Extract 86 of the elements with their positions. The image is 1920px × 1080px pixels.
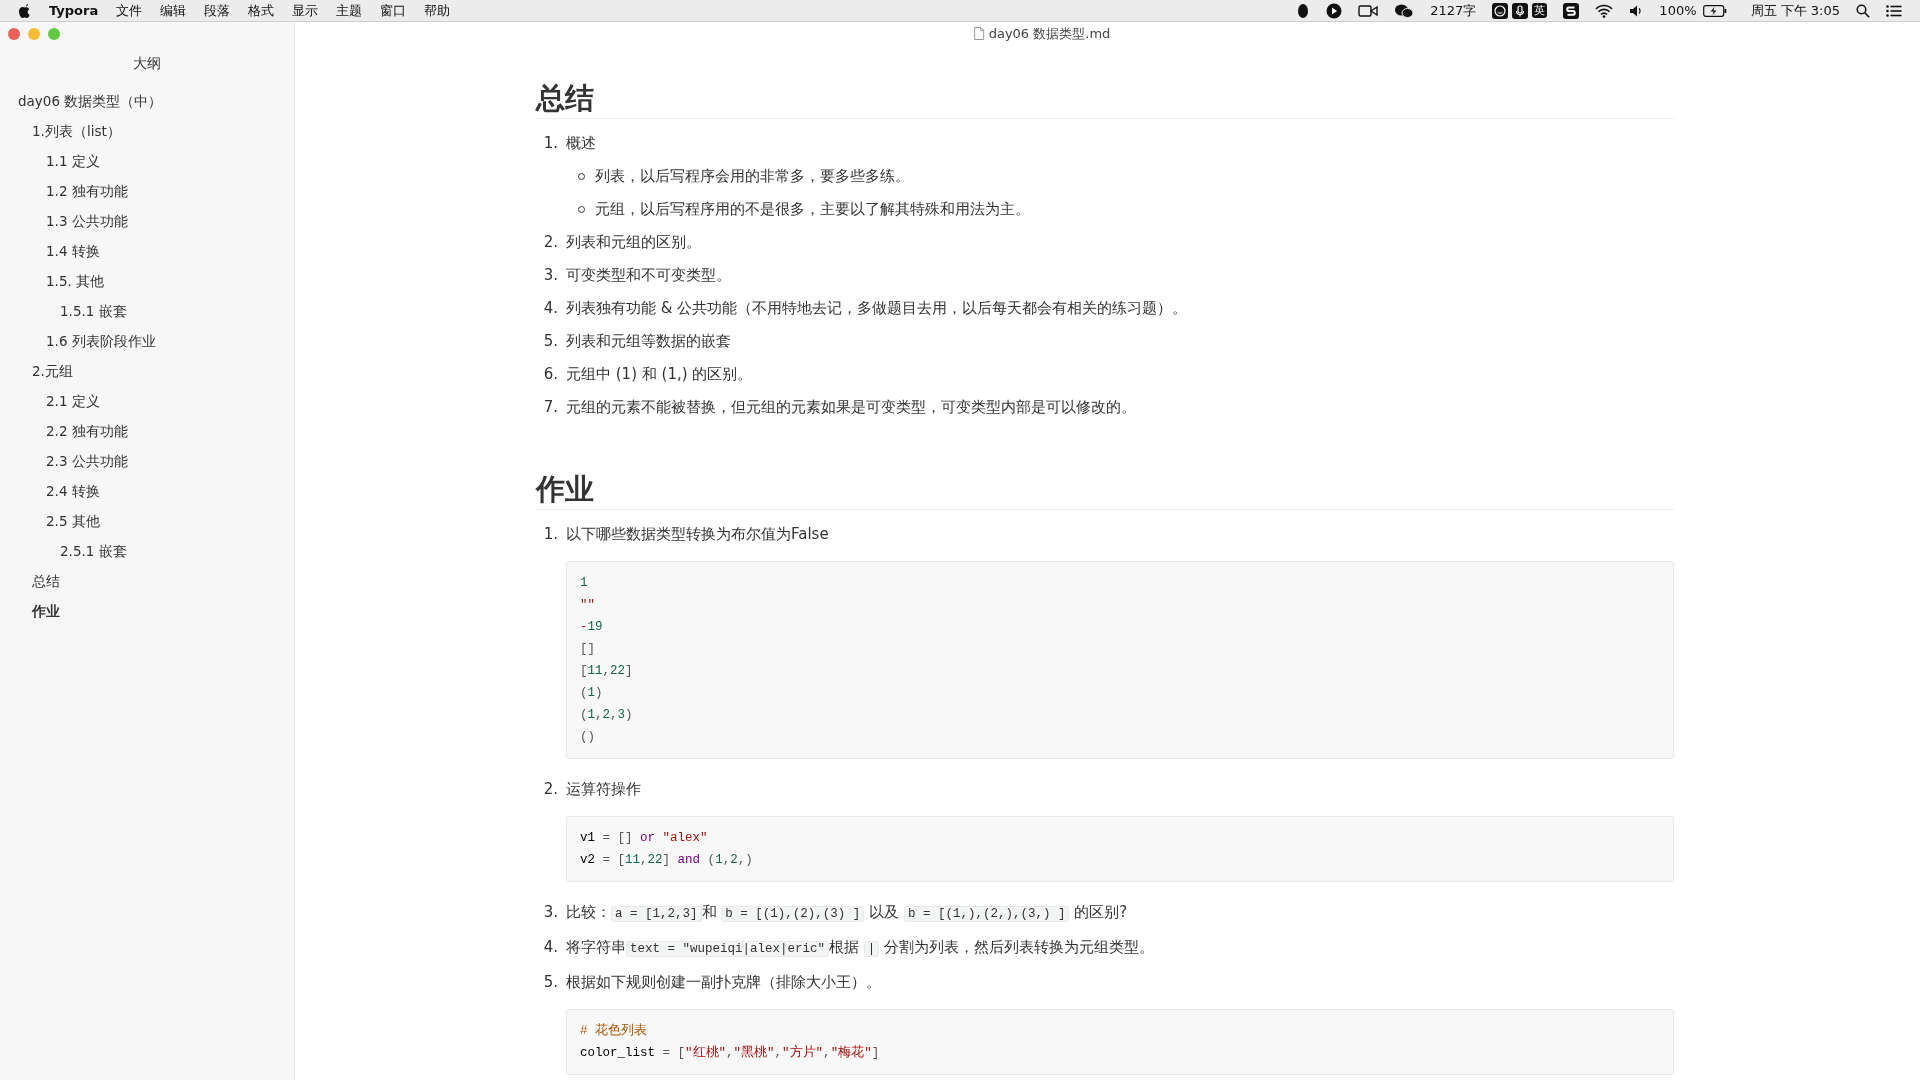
outline-item[interactable]: 总结 bbox=[32, 566, 60, 596]
section-heading: 总结 bbox=[536, 81, 1674, 119]
code-line: (1,2,3) bbox=[580, 706, 634, 724]
code-line: v1 = [] or "alex" bbox=[580, 829, 709, 847]
outline-item[interactable]: 1.3 公共功能 bbox=[46, 206, 128, 236]
bullet-text: 列表，以后写程序会用的非常多，要多些多练。 bbox=[595, 165, 910, 187]
menu-item[interactable]: 帮助 bbox=[415, 0, 460, 22]
list-number: 7. bbox=[542, 396, 559, 418]
list-item-text: 运算符操作 bbox=[566, 778, 641, 800]
menu-item[interactable]: 主题 bbox=[327, 0, 372, 22]
list-item-text: 以下哪些数据类型转换为布尔值为False bbox=[566, 523, 829, 545]
code-line: v2 = [11,22] and (1,2,) bbox=[580, 851, 754, 869]
outline-item[interactable]: 2.4 转换 bbox=[46, 476, 100, 506]
battery-percentage: 100% bbox=[1659, 1, 1697, 20]
list-item-text: 概述 bbox=[566, 132, 596, 154]
menu-item[interactable]: 窗口 bbox=[371, 0, 416, 22]
code-line: () bbox=[580, 728, 596, 746]
outline-item[interactable]: 1.5. 其他 bbox=[46, 266, 105, 296]
smiley-icon[interactable] bbox=[1492, 2, 1509, 19]
list-number: 6. bbox=[542, 363, 559, 385]
outline-item[interactable]: 作业 bbox=[32, 596, 60, 626]
clock[interactable]: 周五 下午 3:05 bbox=[1750, 0, 1840, 22]
outline-item[interactable]: 1.1 定义 bbox=[46, 146, 100, 176]
menu-item[interactable]: 段落 bbox=[195, 0, 240, 22]
code-line: "" bbox=[580, 596, 596, 614]
section-heading: 作业 bbox=[536, 471, 1674, 510]
app-menu[interactable]: Typora bbox=[40, 0, 108, 22]
outline-item[interactable]: day06 数据类型（中） bbox=[18, 86, 163, 116]
list-number: 3. bbox=[542, 901, 559, 923]
menu-item[interactable]: 显示 bbox=[283, 0, 328, 22]
code-line: (1) bbox=[580, 684, 604, 702]
list-item-text: 列表和元组的区别。 bbox=[566, 231, 701, 253]
code-line: [] bbox=[580, 640, 596, 658]
list-number: 4. bbox=[542, 297, 559, 319]
outline-item[interactable]: 2.5.1 嵌套 bbox=[60, 536, 127, 566]
input-method-indicator[interactable]: 英 bbox=[1532, 3, 1548, 18]
bullet-text: 元组，以后写程序用的不是很多，主要以了解其特殊和用法为主。 bbox=[595, 198, 1030, 220]
code-line: 1 bbox=[580, 574, 589, 592]
play-circle-icon[interactable] bbox=[1326, 2, 1343, 19]
document-icon bbox=[973, 27, 985, 40]
list-item-text: 列表独有功能 & 公共功能（不用特地去记，多做题目去用，以后每天都会有相关的练习题）。 bbox=[566, 297, 1188, 319]
list-item-text: 将字符串 text = "wupeiqi|alex|eric" 根据 | 分割为列表，然后列表转换为元组类型。 bbox=[566, 936, 1155, 959]
wifi-icon[interactable] bbox=[1595, 3, 1614, 18]
video-camera-icon[interactable] bbox=[1358, 3, 1379, 18]
menu-item[interactable]: 文件 bbox=[107, 0, 152, 22]
outline-item[interactable]: 1.4 转换 bbox=[46, 236, 100, 266]
menu-item[interactable]: 编辑 bbox=[151, 0, 196, 22]
speaker-icon[interactable] bbox=[1629, 3, 1644, 18]
chat-bubbles-icon[interactable] bbox=[1394, 2, 1415, 19]
microphone-icon[interactable] bbox=[1512, 2, 1529, 19]
list-number: 5. bbox=[542, 330, 559, 352]
sidebar-title: 大纲 bbox=[132, 54, 162, 73]
code-line: # 花色列表 bbox=[580, 1022, 648, 1040]
list-item-text: 比较： a = [1,2,3] 和 b = [(1),(2),(3) ] 以及 b = [(1,),(2,),(3,) ] 的区别? bbox=[566, 901, 1128, 924]
outline-item[interactable]: 1.列表（list） bbox=[32, 116, 121, 146]
word-count: 2127字 bbox=[1430, 1, 1477, 20]
list-number: 1. bbox=[542, 523, 559, 545]
list-number: 3. bbox=[542, 264, 559, 286]
list-item-text: 可变类型和不可变类型。 bbox=[566, 264, 731, 286]
outline-item[interactable]: 2.2 独有功能 bbox=[46, 416, 128, 446]
code-line: color_list = ["红桃","黑桃","方片","梅花"] bbox=[580, 1044, 881, 1062]
outline-item[interactable]: 2.1 定义 bbox=[46, 386, 100, 416]
list-item-text: 元组中 (1) 和 (1,) 的区别。 bbox=[566, 363, 753, 385]
outline-item[interactable]: 2.5 其他 bbox=[46, 506, 100, 536]
list-item-text: 根据如下规则创建一副扑克牌（排除大小王）。 bbox=[566, 971, 881, 993]
list-number: 5. bbox=[542, 971, 559, 993]
search-icon[interactable] bbox=[1856, 3, 1870, 18]
menu-item[interactable]: 格式 bbox=[239, 0, 284, 22]
list-item-text: 元组的元素不能被替换，但元组的元素如果是可变类型，可变类型内部是可以修改的。 bbox=[566, 396, 1136, 418]
battery-charging-icon[interactable] bbox=[1702, 4, 1727, 17]
list-number: 2. bbox=[542, 778, 559, 800]
outline-item[interactable]: 1.5.1 嵌套 bbox=[60, 296, 127, 326]
list-number: 4. bbox=[542, 936, 559, 958]
s-logo-icon[interactable] bbox=[1563, 2, 1580, 19]
code-line: -19 bbox=[580, 618, 604, 636]
list-item-text: 列表和元组等数据的嵌套 bbox=[566, 330, 731, 352]
outline-item[interactable]: 2.元组 bbox=[32, 356, 73, 386]
code-line: [11,22] bbox=[580, 662, 634, 680]
window-title: day06 数据类型.md bbox=[988, 24, 1111, 43]
outline-item[interactable]: 1.2 独有功能 bbox=[46, 176, 128, 206]
outline-item[interactable]: 2.3 公共功能 bbox=[46, 446, 128, 476]
outline-item[interactable]: 1.6 列表阶段作业 bbox=[46, 326, 156, 356]
list-menu-icon[interactable] bbox=[1886, 4, 1902, 17]
apple-logo-icon[interactable] bbox=[18, 2, 32, 19]
list-number: 2. bbox=[542, 231, 559, 253]
list-number: 1. bbox=[542, 132, 559, 154]
